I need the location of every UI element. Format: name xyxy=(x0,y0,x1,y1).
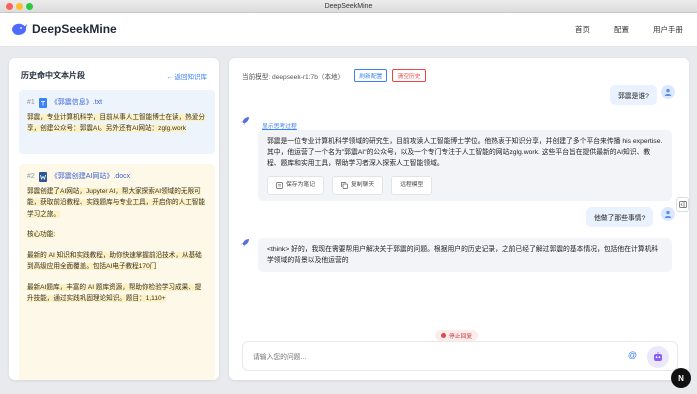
fragment-header: #2 《郭震创建AI网站》.docx xyxy=(27,171,207,183)
save-note-label: 保存为笔记 xyxy=(286,182,315,188)
user-avatar-icon xyxy=(661,85,675,99)
user-avatar-icon xyxy=(661,207,675,221)
chat-input[interactable] xyxy=(253,350,623,364)
back-to-knowledge-base-link[interactable]: ← 返回知识库 xyxy=(166,71,207,81)
remote-model-button[interactable]: 远程模型 xyxy=(391,176,433,195)
copy-chat-label: 复制聊天 xyxy=(351,182,375,188)
brand-name: DeepSeekMine xyxy=(32,22,117,36)
window-title: DeepSeekMine xyxy=(324,3,373,10)
clear-history-button[interactable]: 清空历史 xyxy=(392,69,426,82)
txt-file-icon xyxy=(38,97,47,108)
fragment-file-name[interactable]: 《郭震创建AI网站》.docx xyxy=(51,171,130,183)
window-titlebar: DeepSeekMine xyxy=(0,0,697,13)
message-actions: 保存为笔记 复制聊天 远程模型 xyxy=(267,176,663,195)
maximize-window-button[interactable] xyxy=(26,3,33,10)
stop-reply-label: 停止回复 xyxy=(449,334,473,340)
rocket-icon xyxy=(241,117,249,125)
fragment-paragraph: 最新的 AI 知识和实践教程，助你快速掌握前沿技术，从基础到高级应用全面覆盖。包… xyxy=(27,251,202,270)
remote-model-label: 远程模型 xyxy=(400,182,424,188)
close-window-button[interactable] xyxy=(6,3,13,10)
chat-input-bar: @ xyxy=(242,341,678,371)
robot-icon xyxy=(654,352,662,361)
fragment-paragraph: 最新AI题库，丰富的 AI 题库资源，帮助你检验学习成果、提升技能，通过实践巩固… xyxy=(27,283,202,302)
copy-icon xyxy=(341,182,348,189)
user-message: 他做了那些事情? xyxy=(586,207,654,227)
nav-links: 首页 配置 用户手册 xyxy=(575,24,683,35)
user-message: 郭震是谁? xyxy=(610,85,657,105)
collapse-sidebar-button[interactable] xyxy=(676,197,689,212)
note-icon xyxy=(276,182,283,189)
mention-icon[interactable]: @ xyxy=(628,350,637,360)
fragment-file-name[interactable]: 《郭震信息》.txt xyxy=(51,97,102,109)
stop-reply-button[interactable]: 停止回复 xyxy=(435,330,479,341)
ai-message: <think> 好的，我现在需要帮用户解决关于郭震的问题。根据用户的历史记录，之… xyxy=(258,238,672,272)
fragment-number: #2 xyxy=(27,173,35,180)
refresh-config-button[interactable]: 刷新配置 xyxy=(354,69,388,82)
panel-title: 历史命中文本片段 xyxy=(21,71,85,80)
nav-link-manual[interactable]: 用户手册 xyxy=(653,24,683,35)
fragment-paragraph: 郭震，专业计算机科学，目前从事人工智能博士在读，热爱分享，创建公众号：郭震AI。… xyxy=(27,113,206,132)
panel-header: 历史命中文本片段 ← 返回知识库 xyxy=(21,70,207,81)
save-note-button[interactable]: 保存为笔记 xyxy=(267,176,324,195)
brand[interactable]: DeepSeekMine xyxy=(11,22,117,36)
fragment-number: #1 xyxy=(27,99,35,106)
fragment-text: 郭震，专业计算机科学，目前从事人工智能博士在读，热爱分享，创建公众号：郭震AI。… xyxy=(27,112,207,135)
top-navigation: DeepSeekMine 首页 配置 用户手册 xyxy=(0,13,697,47)
rocket-icon xyxy=(241,239,249,247)
whale-logo-icon xyxy=(12,23,27,35)
ai-message: 郭震是一位专业计算机科学领域的研究生，目前攻读人工智能博士学位。他热衷于知识分享… xyxy=(258,130,672,201)
nav-link-config[interactable]: 配置 xyxy=(614,24,629,35)
chat-panel: 当前模型: deepseek-r1:7b（本地） 刷新配置 清空历史 郭震是谁?… xyxy=(229,58,689,380)
fragment-paragraph: 郭震创建了AI网站，Jupyter AI，帮大家探索AI领域的无限可能，获取前沿… xyxy=(27,187,206,218)
fragment-card: #1 《郭震信息》.txt 郭震，专业计算机科学，目前从事人工智能博士在读，热爱… xyxy=(19,90,215,154)
send-button[interactable] xyxy=(647,346,669,368)
sidebar-toggle-icon xyxy=(678,201,687,208)
nav-link-home[interactable]: 首页 xyxy=(575,24,590,35)
fragment-text: 郭震创建了AI网站，Jupyter AI，帮大家探索AI领域的无限可能，获取前沿… xyxy=(27,186,207,305)
history-fragments-panel: 历史命中文本片段 ← 返回知识库 #1 《郭震信息》.txt 郭震，专业计算机科… xyxy=(9,58,219,380)
model-toolbar: 当前模型: deepseek-r1:7b（本地） 刷新配置 清空历史 xyxy=(242,69,426,82)
show-thinking-process-link[interactable]: 显示思考过程 xyxy=(262,121,297,130)
fragment-paragraph: 核心功能: xyxy=(27,231,56,238)
assistant-badge[interactable]: N xyxy=(671,368,691,388)
ai-message-text: <think> 好的，我现在需要帮用户解决关于郭震的问题。根据用户的历史记录，之… xyxy=(267,246,659,264)
word-file-icon xyxy=(38,171,47,182)
minimize-window-button[interactable] xyxy=(16,3,23,10)
current-model-label: 当前模型: deepseek-r1:7b（本地） xyxy=(242,73,345,81)
ai-message-text: 郭震是一位专业计算机科学领域的研究生，目前攻读人工智能博士学位。他热衷于知识分享… xyxy=(267,138,663,167)
copy-chat-button[interactable]: 复制聊天 xyxy=(332,176,384,195)
fragment-header: #1 《郭震信息》.txt xyxy=(27,97,207,109)
fragment-card: #2 《郭震创建AI网站》.docx 郭震创建了AI网站，Jupyter AI，… xyxy=(19,164,215,380)
stop-icon xyxy=(441,333,446,338)
